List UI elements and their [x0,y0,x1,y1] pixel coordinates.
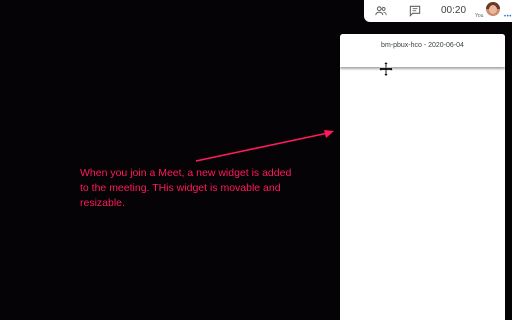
annotation-text: When you join a Meet, a new widget is ad… [80,167,292,209]
annotation-arrow [195,130,334,162]
